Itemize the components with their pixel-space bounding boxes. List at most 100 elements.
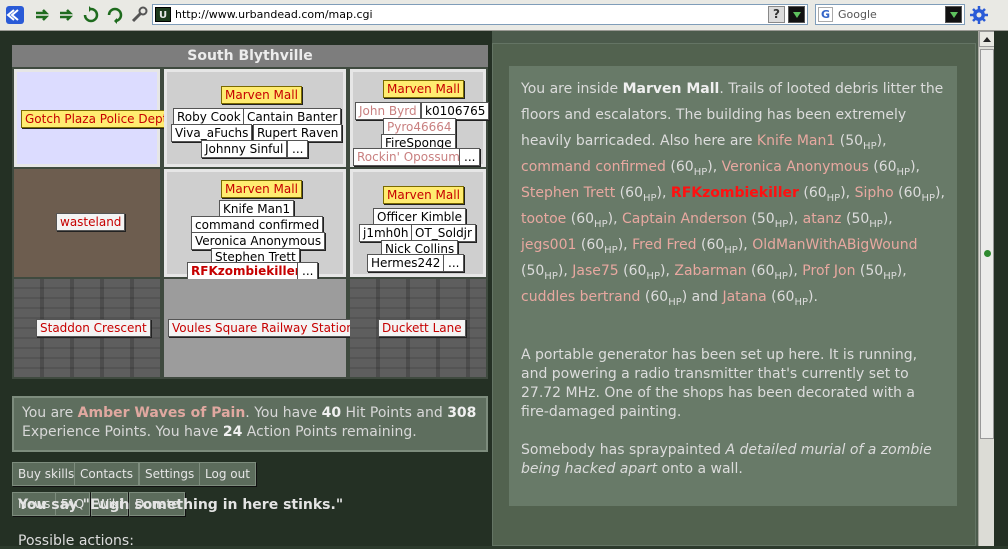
hp-unit: HP [794,297,808,308]
reload-icon[interactable] [80,4,102,26]
forward-icon[interactable] [32,4,54,26]
place-button[interactable]: Marven Mall [221,86,302,104]
survivor-link[interactable]: Fred Fred [632,237,696,253]
scroll-up-button[interactable] [979,31,995,47]
place-button[interactable]: Marven Mall [383,186,464,204]
character-status: You are Amber Waves of Pain. You have 40… [12,396,488,452]
map-cell-station[interactable]: Voules Square Railway Station [164,279,358,377]
status-text: Experience Points. You have [22,424,223,440]
survivor-hp: 50 [865,263,884,279]
place-button[interactable]: Staddon Crescent [36,319,151,337]
page-scrollbar[interactable] [978,31,995,546]
hp-unit: HP [646,271,660,282]
map-cell-street[interactable]: Staddon Crescent [14,279,160,377]
survivor-link[interactable]: jegs001 [521,237,576,253]
help-button[interactable]: ? [768,6,785,23]
map-cell-street[interactable]: Duckett Lane [350,279,486,377]
survivor-link[interactable]: Knife Man1 [757,133,835,149]
map-cell-mall: Marven Mall Officer Kimble j1mh0h OT_Sol… [350,169,486,277]
survivor-link[interactable]: atanz [803,211,842,227]
survivor-hp: 60 [650,289,669,305]
tool-icon[interactable] [128,4,150,26]
hp-unit: HP [693,167,708,178]
people-list: Knife Man1 (50HP), command confirmed (60… [521,133,945,308]
right-panel: You are inside Marven Mall. Trails of lo… [492,31,978,546]
possible-actions-label: Possible actions: [18,533,134,549]
place-button[interactable]: Marven Mall [383,80,464,98]
settings-gear-icon[interactable] [968,4,990,26]
location-name: Marven Mall [622,81,720,97]
more-button[interactable]: ... [443,254,465,272]
address-bar[interactable]: U http://www.urbandead.com/map.cgi ? [152,4,808,25]
status-prefix: You are [22,405,78,421]
hp-unit: HP [863,141,877,152]
survivor-tag[interactable]: Rockin' Opossum [353,148,464,166]
status-text: Hit Points and [341,405,448,421]
map-cell-police[interactable]: Gotch Plaza Police Dept [14,69,172,167]
site-favicon-icon: U [155,7,171,22]
log-out-button[interactable]: Log out [199,462,256,486]
search-go-button[interactable] [945,6,962,23]
location-panel: You are inside Marven Mall. Trails of lo… [492,43,976,546]
place-button[interactable]: Gotch Plaza Police Dept [21,110,172,128]
survivor-tag[interactable]: Hermes242 [367,254,445,272]
suburb-title: South Blythville [12,45,488,67]
browser-toolbar: U http://www.urbandead.com/map.cgi ? G G… [0,0,1008,31]
survivor-hp: 50 [845,133,864,149]
place-button[interactable]: wasteland [56,213,126,231]
survivor-tag[interactable]: Johnny Sinful [201,140,288,158]
scroll-grip-icon [984,250,991,257]
survivor-link[interactable]: OldManWithABigWound [752,237,917,253]
status-text: . You have [245,405,322,421]
survivor-hp: 60 [706,237,725,253]
description-text: You are inside Marven Mall. Trails of lo… [521,76,946,310]
survivor-link[interactable]: Sipho [855,185,894,201]
more-button[interactable]: ... [459,148,481,166]
survivor-link[interactable]: Veronica Anonymous [722,159,869,175]
address-go-button[interactable] [788,6,805,23]
buy-skills-button[interactable]: Buy skills [12,462,81,486]
search-box[interactable]: G Google [815,4,965,25]
contacts-button[interactable]: Contacts [74,462,139,486]
character-name[interactable]: Amber Waves of Pain [78,405,246,421]
survivor-link[interactable]: cuddles bertrand [521,289,640,305]
hp-unit: HP [642,193,657,204]
hp-unit: HP [544,271,558,282]
more-button[interactable]: ... [287,140,309,158]
refresh-icon[interactable] [104,4,126,26]
survivor-link[interactable]: Captain Anderson [622,211,747,227]
description-intro: You are inside [521,81,623,97]
map-cell-wasteland[interactable]: wasteland [14,169,160,277]
survivor-link[interactable]: Prof Jon [802,263,855,279]
hp-unit: HP [774,219,789,230]
hp-unit: HP [921,193,935,204]
survivor-hp: 60 [903,185,922,201]
survivor-link[interactable]: Zabarman [674,263,746,279]
graffiti-text: Somebody has spraypainted A detailed mur… [521,441,941,479]
survivor-hp: 60 [808,185,827,201]
forward-icon[interactable] [56,4,78,26]
survivor-hp: 60 [878,159,897,175]
survivor-link[interactable]: tootoe [521,211,566,227]
scroll-thumb[interactable] [980,49,994,439]
hp-unit: HP [869,219,883,230]
speech-message: You say "Eugh something in here stinks." [18,497,344,513]
back-icon[interactable] [4,4,26,26]
survivor-link[interactable]: command confirmed [521,159,666,175]
more-button[interactable]: ... [297,262,319,280]
survivor-link[interactable]: Jatana [722,289,766,305]
place-button[interactable]: Marven Mall [221,180,302,198]
place-button[interactable]: Voules Square Railway Station [168,319,358,337]
survivor-link[interactable]: Jase75 [572,263,618,279]
window-edge [994,31,1008,546]
search-input[interactable]: Google [838,8,877,21]
settings-button[interactable]: Settings [139,462,201,486]
survivor-hp: 60 [776,289,795,305]
place-button[interactable]: Duckett Lane [378,319,466,337]
url-text[interactable]: http://www.urbandead.com/map.cgi [175,8,373,21]
survivor-link[interactable]: RFKzombiekiller [671,185,799,201]
survivor-hp: 60 [675,159,694,175]
survivor-link[interactable]: Stephen Trett [521,185,615,201]
map-grid: South Blythville Gotch Plaza Police Dept… [12,45,490,379]
survivor-tag[interactable]: RFKzombiekiller [187,262,305,280]
